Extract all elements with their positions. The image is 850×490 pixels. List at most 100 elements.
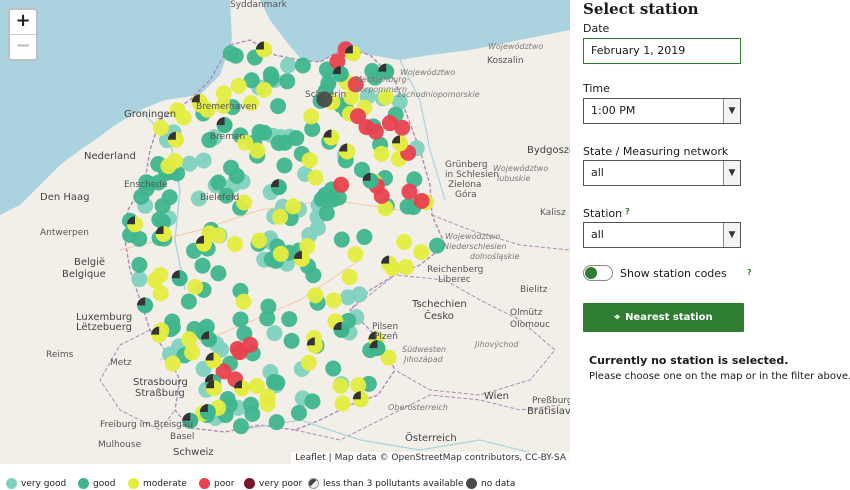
station-marker-good[interactable] [232, 418, 249, 435]
air-quality-map[interactable]: Syddanmark Koszalin Województwo Wojewódz… [0, 0, 570, 464]
station-marker-partial[interactable] [391, 135, 408, 152]
station-marker-moderate[interactable] [226, 236, 243, 253]
station-marker-poor[interactable] [333, 176, 350, 193]
station-marker-partial[interactable] [306, 337, 323, 354]
station-marker-partial[interactable] [205, 352, 222, 369]
station-marker-partial[interactable] [339, 143, 356, 160]
station-marker-good[interactable] [151, 211, 168, 228]
station-marker-moderate[interactable] [325, 292, 342, 309]
station-marker-moderate[interactable] [175, 109, 192, 126]
station-marker-good[interactable] [131, 230, 148, 247]
station-marker-partial[interactable] [333, 321, 350, 338]
station-marker-good[interactable] [131, 256, 148, 273]
zoom-out-button[interactable]: − [10, 34, 36, 59]
station-marker-moderate[interactable] [259, 396, 276, 413]
station-marker-good[interactable] [210, 265, 227, 282]
station-marker-good[interactable] [304, 393, 321, 410]
station-marker-good[interactable] [305, 267, 322, 284]
station-marker-very-good[interactable] [351, 286, 368, 303]
station-marker-moderate[interactable] [181, 331, 198, 348]
station-marker-moderate[interactable] [307, 287, 324, 304]
station-marker-partial[interactable] [234, 380, 251, 397]
station-marker-good[interactable] [281, 311, 298, 328]
station-marker-good[interactable] [279, 73, 296, 90]
station-marker-partial[interactable] [171, 270, 188, 287]
station-marker-good[interactable] [294, 57, 311, 74]
station-marker-partial[interactable] [293, 250, 310, 267]
station-marker-moderate[interactable] [152, 119, 169, 136]
station-marker-good[interactable] [324, 191, 341, 208]
station-select[interactable]: all ▼ [583, 222, 741, 248]
station-marker-good[interactable] [223, 159, 240, 176]
station-marker-good[interactable] [232, 311, 249, 328]
station-marker-partial[interactable] [362, 172, 379, 189]
station-marker-very-good[interactable] [131, 271, 148, 288]
station-marker-moderate[interactable] [285, 198, 302, 215]
station-codes-toggle[interactable] [583, 265, 613, 281]
station-marker-moderate[interactable] [272, 208, 289, 225]
station-marker-moderate[interactable] [187, 278, 204, 295]
nearest-station-button[interactable]: ⌖ Nearest station [583, 303, 744, 332]
station-marker-moderate[interactable] [251, 232, 268, 249]
station-marker-moderate[interactable] [307, 169, 324, 186]
station-marker-moderate[interactable] [341, 269, 358, 286]
date-input[interactable]: February 1, 2019 [583, 38, 741, 64]
station-marker-moderate[interactable] [373, 145, 390, 162]
help-icon[interactable]: ? [625, 207, 630, 216]
station-marker-moderate[interactable] [301, 152, 318, 169]
station-marker-partial[interactable] [352, 391, 369, 408]
station-marker-moderate[interactable] [152, 285, 169, 302]
station-marker-moderate[interactable] [332, 377, 349, 394]
zoom-in-button[interactable]: + [10, 10, 36, 34]
station-marker-moderate[interactable] [166, 152, 183, 169]
station-marker-moderate[interactable] [397, 259, 414, 276]
time-select[interactable]: 1:00 PM ▼ [583, 98, 741, 124]
station-marker-partial[interactable] [344, 45, 361, 62]
station-marker-partial[interactable] [369, 340, 386, 357]
station-marker-very-good[interactable] [195, 152, 212, 169]
station-marker-moderate[interactable] [272, 245, 289, 262]
station-marker-good[interactable] [270, 135, 287, 152]
station-marker-good[interactable] [242, 396, 259, 413]
station-marker-poor[interactable] [401, 183, 418, 200]
station-marker-good[interactable] [154, 197, 171, 214]
station-marker-good[interactable] [270, 98, 287, 115]
station-marker-good[interactable] [399, 198, 416, 215]
station-marker-partial[interactable] [155, 226, 172, 243]
station-marker-moderate[interactable] [303, 108, 320, 125]
station-marker-good[interactable] [283, 332, 300, 349]
station-marker-partial[interactable] [167, 131, 184, 148]
station-marker-partial[interactable] [195, 235, 212, 252]
station-marker-good[interactable] [325, 360, 342, 377]
station-marker-very-good[interactable] [181, 155, 198, 172]
station-marker-poor[interactable] [367, 123, 384, 140]
station-marker-partial[interactable] [151, 326, 168, 343]
station-marker-good[interactable] [180, 293, 197, 310]
station-marker-very-good[interactable] [266, 325, 283, 342]
help-icon[interactable]: ? [747, 268, 752, 277]
station-marker-partial[interactable] [381, 255, 398, 272]
station-marker-moderate[interactable] [347, 246, 364, 263]
station-marker-good[interactable] [356, 228, 373, 245]
station-marker-good[interactable] [333, 231, 350, 248]
station-marker-good[interactable] [268, 414, 285, 431]
station-marker-moderate[interactable] [249, 142, 266, 159]
station-marker-good[interactable] [269, 374, 286, 391]
station-marker-moderate[interactable] [300, 354, 317, 371]
station-marker-moderate[interactable] [396, 233, 413, 250]
station-marker-partial[interactable] [216, 117, 233, 134]
station-marker-good[interactable] [318, 205, 335, 222]
station-marker-good[interactable] [290, 404, 307, 421]
station-marker-good[interactable] [288, 130, 305, 147]
station-marker-partial[interactable] [206, 380, 223, 397]
station-marker-good[interactable] [227, 47, 244, 64]
station-marker-very-good[interactable] [309, 219, 326, 236]
station-marker-good[interactable] [276, 157, 293, 174]
station-marker-poor[interactable] [229, 340, 246, 357]
station-marker-moderate[interactable] [235, 293, 252, 310]
station-marker-moderate[interactable] [350, 377, 367, 394]
station-marker-good[interactable] [259, 310, 276, 327]
station-marker-moderate[interactable] [334, 395, 351, 412]
state-select[interactable]: all ▼ [583, 160, 741, 186]
station-marker-poor[interactable] [394, 119, 411, 136]
